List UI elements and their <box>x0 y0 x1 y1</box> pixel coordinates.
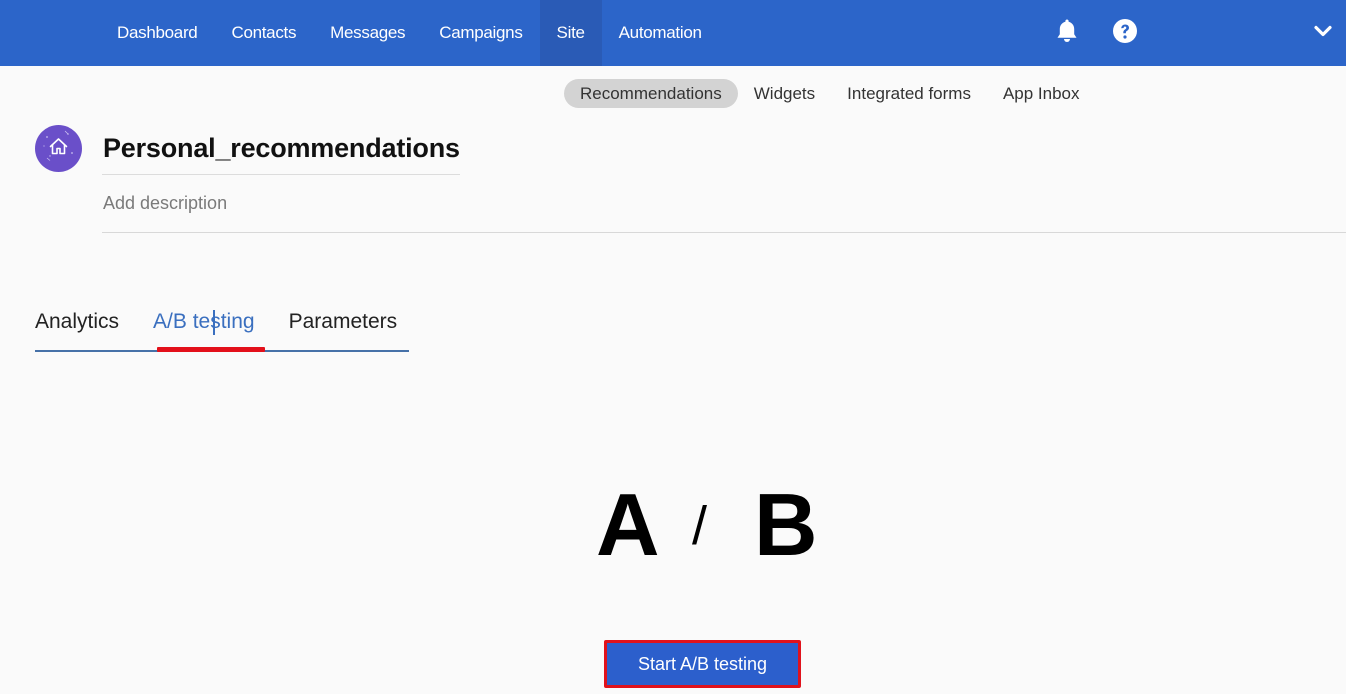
nav-item-campaigns[interactable]: Campaigns <box>422 0 539 66</box>
tab-parameters[interactable]: Parameters <box>289 306 398 352</box>
text-cursor <box>213 310 216 335</box>
chevron-down-icon[interactable] <box>1310 17 1336 45</box>
tab-analytics[interactable]: Analytics <box>35 306 119 352</box>
active-tab-highlight <box>157 347 265 352</box>
nav-item-automation[interactable]: Automation <box>602 0 719 66</box>
avatar <box>35 125 82 172</box>
nav-item-messages[interactable]: Messages <box>313 0 422 66</box>
tab-ab-testing[interactable]: A/B testing <box>153 306 255 352</box>
page-title[interactable]: Personal_recommendations <box>103 133 460 164</box>
ab-separator: / <box>692 496 708 556</box>
subnav-item-widgets[interactable]: Widgets <box>738 79 831 108</box>
top-navigation-bar: Dashboard Contacts Messages Campaigns Si… <box>0 0 1346 66</box>
nav-item-dashboard[interactable]: Dashboard <box>100 0 214 66</box>
ab-letter-a: A <box>596 475 660 574</box>
home-icon <box>35 123 82 175</box>
content-tabs: Analytics A/B testing Parameters <box>35 306 397 352</box>
site-subnav: Recommendations Widgets Integrated forms… <box>564 79 1096 108</box>
description-divider <box>102 232 1346 233</box>
nav-item-contacts[interactable]: Contacts <box>214 0 313 66</box>
title-divider <box>102 174 460 175</box>
ab-illustration: A / B <box>596 475 818 574</box>
subnav-item-app-inbox[interactable]: App Inbox <box>987 79 1096 108</box>
bell-icon[interactable] <box>1054 17 1080 45</box>
help-icon[interactable] <box>1112 17 1138 45</box>
start-ab-testing-button[interactable]: Start A/B testing <box>604 640 801 688</box>
tab-ab-testing-label: A/B testing <box>153 310 255 333</box>
description-field[interactable]: Add description <box>103 193 227 214</box>
main-nav: Dashboard Contacts Messages Campaigns Si… <box>100 0 719 66</box>
subnav-item-recommendations[interactable]: Recommendations <box>564 79 738 108</box>
ab-letter-b: B <box>754 475 818 574</box>
subnav-item-integrated-forms[interactable]: Integrated forms <box>831 79 987 108</box>
nav-item-site[interactable]: Site <box>539 0 602 66</box>
